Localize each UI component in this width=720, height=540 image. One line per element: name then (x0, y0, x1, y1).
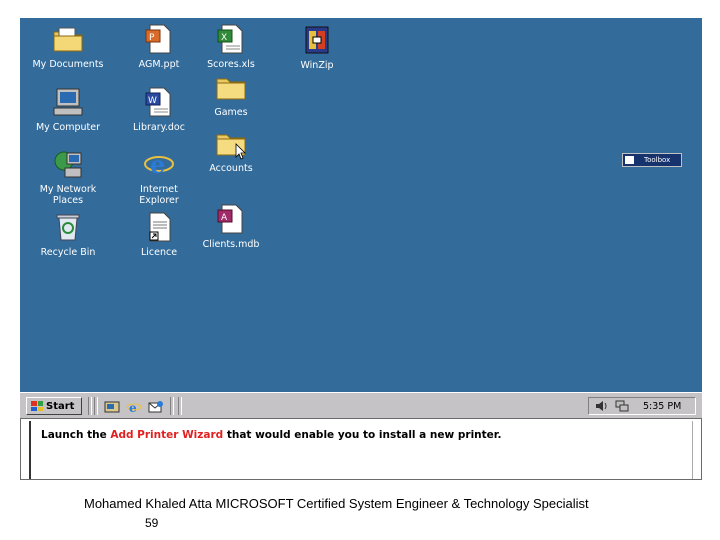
volume-icon[interactable] (595, 400, 609, 412)
system-tray: 5:35 PM (588, 397, 696, 415)
instruction-text: Launch the Add Printer Wizard that would… (41, 429, 501, 441)
svg-text:P: P (149, 33, 155, 43)
start-button[interactable]: Start (26, 397, 82, 415)
internet-explorer-icon: e (144, 150, 174, 179)
my-documents-shortcut[interactable]: My Documents (23, 22, 113, 70)
access-file-icon: A (217, 204, 243, 234)
agm-ppt-label: AGM.ppt (138, 59, 180, 70)
show-desktop-icon[interactable] (104, 399, 120, 413)
toolbox-icon (625, 156, 634, 164)
games-label: Games (214, 107, 248, 118)
computer-icon (53, 88, 83, 116)
taskbar: Start e 5:35 PM (20, 392, 702, 419)
my-documents-label: My Documents (32, 59, 104, 70)
network-places-icon (54, 151, 82, 178)
winzip-label: WinZip (300, 60, 334, 71)
page-number: 59 (145, 516, 159, 530)
excel-file-icon: X (217, 24, 243, 54)
svg-text:X: X (221, 33, 227, 43)
my-computer-shortcut[interactable]: My Computer (23, 85, 113, 133)
taskbar-separator (94, 397, 98, 415)
my-network-places-label: My Network Places (39, 184, 97, 206)
internet-explorer-quicklaunch-icon[interactable]: e (126, 399, 142, 415)
my-computer-label: My Computer (35, 122, 101, 133)
scores-xls-label: Scores.xls (207, 59, 255, 70)
taskbar-separator (170, 397, 174, 415)
folder-documents-icon (53, 27, 83, 52)
svg-text:W: W (148, 96, 157, 106)
recycle-bin-icon (56, 214, 80, 241)
desktop: My Documents P AGM.ppt X Scores.xls WinZ… (20, 18, 702, 392)
instruction-frame: Launch the Add Printer Wizard that would… (29, 421, 693, 479)
licence-label: Licence (140, 247, 178, 258)
scores-xls-shortcut[interactable]: X Scores.xls (186, 22, 276, 70)
accounts-label: Accounts (209, 163, 253, 174)
instruction-text-part3: that would enable you to install a new p… (223, 429, 502, 441)
folder-icon (216, 78, 246, 100)
network-status-icon[interactable] (615, 400, 629, 412)
internet-explorer-label: Internet Explorer (139, 184, 179, 206)
outlook-express-icon[interactable] (148, 399, 164, 413)
svg-text:A: A (221, 213, 228, 223)
winzip-icon (305, 26, 329, 54)
powerpoint-file-icon: P (145, 24, 171, 54)
my-network-places-shortcut[interactable]: My Network Places (23, 147, 113, 206)
clock[interactable]: 5:35 PM (643, 401, 681, 412)
toolbox-window[interactable]: Toolbox (622, 153, 682, 167)
start-label: Start (46, 400, 75, 412)
taskbar-separator (178, 397, 182, 415)
word-file-icon: W (145, 87, 171, 117)
games-folder[interactable]: Games (186, 70, 276, 118)
folder-icon (216, 134, 246, 160)
svg-text:e: e (150, 150, 165, 179)
toolbox-label: Toolbox (644, 156, 671, 164)
windows-logo-icon (31, 401, 43, 411)
licence-shortcut[interactable]: Licence (114, 210, 204, 258)
clients-mdb-label: Clients.mdb (202, 239, 260, 250)
internet-explorer-shortcut[interactable]: e Internet Explorer (114, 147, 204, 206)
taskbar-separator (88, 397, 92, 415)
instruction-highlight: Add Printer Wizard (110, 429, 224, 441)
library-doc-label: Library.doc (133, 122, 185, 133)
instruction-panel: Launch the Add Printer Wizard that would… (20, 418, 702, 480)
recycle-bin-label: Recycle Bin (40, 247, 96, 258)
winzip-shortcut[interactable]: WinZip (272, 23, 362, 71)
instruction-text-part1: Launch the (41, 429, 111, 441)
svg-text:e: e (129, 401, 137, 414)
text-file-shortcut-icon (149, 212, 171, 242)
recycle-bin-shortcut[interactable]: Recycle Bin (23, 210, 113, 258)
footer-credit: Mohamed Khaled Atta MICROSOFT Certified … (84, 496, 589, 511)
